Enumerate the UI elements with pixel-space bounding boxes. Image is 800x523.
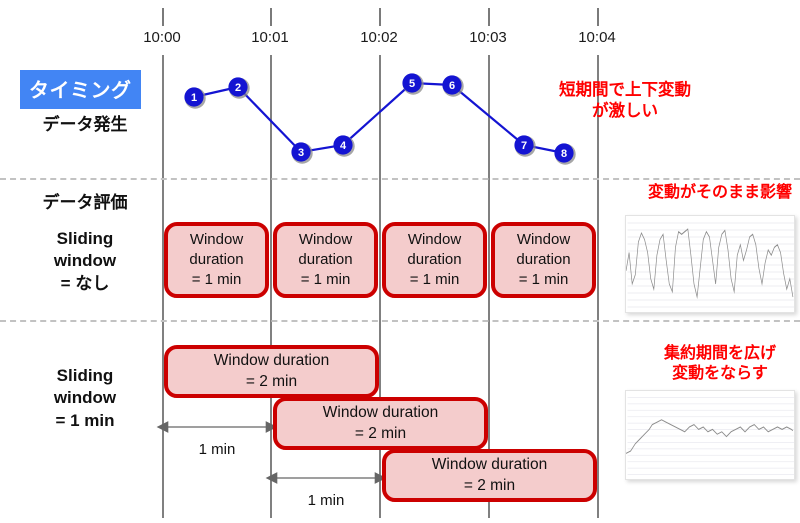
data-point-label-6: 6 [449,80,455,92]
data-point-label-8: 8 [561,148,567,160]
data-point-label-5: 5 [409,78,415,90]
data-point-label-1: 1 [191,92,197,104]
smoothed-sparkline [626,397,794,475]
sparkline-card-smoothed [625,390,795,480]
caption-smoothing: 集約期間を広げ 変動をならす [663,345,776,383]
measure-arrow-label-1: 1 min [198,441,236,458]
measure-arrow-label-2: 1 min [307,492,345,509]
diagram-canvas: 10:00 10:01 10:02 10:03 10:04 タイミング データ発生 デー… [0,0,800,523]
data-point-label-7: 7 [521,140,527,152]
window-box-1min-2: Window duration = 1 min [273,222,378,298]
window-box-1min-1: Window duration = 1 min [164,222,269,298]
data-point-label-2: 2 [235,82,241,94]
volatile-sparkline-line [626,228,794,300]
window-box-1min-4: Window duration = 1 min [491,222,596,298]
window-box-2min-3: Window duration = 2 min [382,449,597,502]
window-box-2min-1: Window duration = 2 min [164,345,379,398]
sparkline-card-volatile [625,215,795,313]
smoothed-sparkline-line [626,419,794,454]
data-series-line [193,81,565,155]
volatile-sparkline [626,222,794,308]
caption-direct-impact: 変動がそのまま影響 [647,184,792,201]
window-box-1min-3: Window duration = 1 min [382,222,487,298]
data-point-label-3: 3 [298,147,304,159]
annotation-fluctuation: 短期間で上下変動 が激しい [559,81,691,121]
window-box-2min-2: Window duration = 2 min [273,397,488,450]
data-point-label-4: 4 [340,140,347,152]
